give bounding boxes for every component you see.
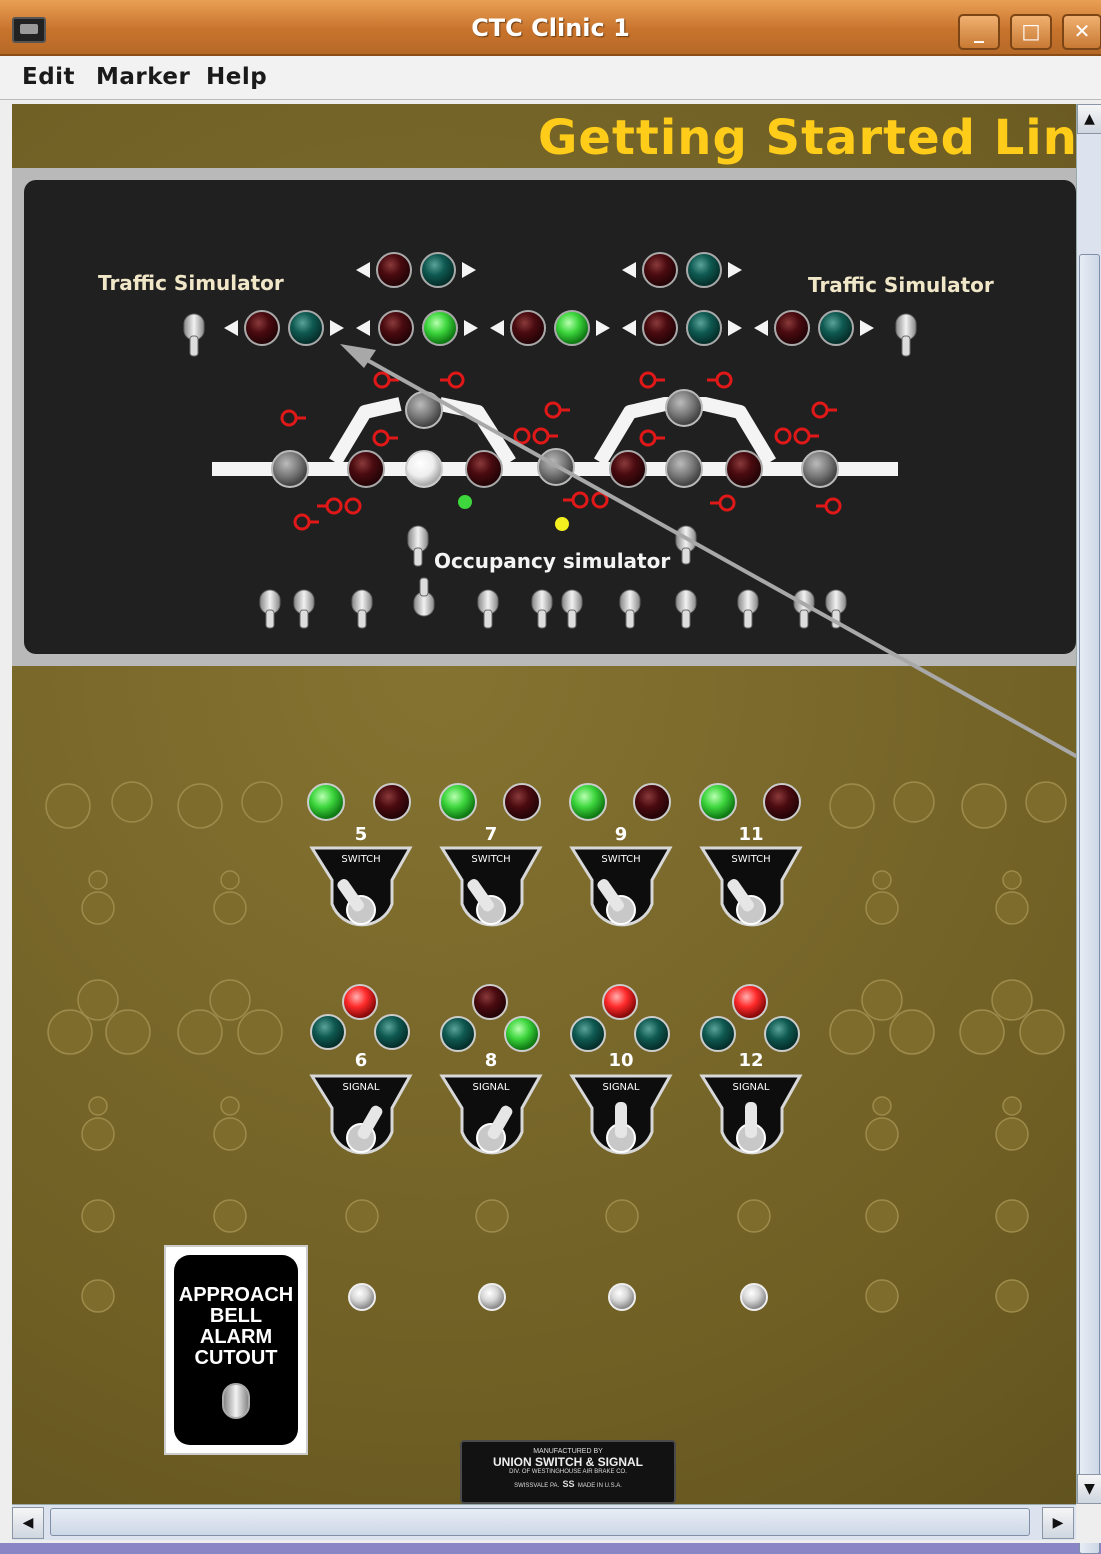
minimize-button[interactable]: _	[958, 14, 1000, 50]
maker-line: UNION SWITCH & SIGNAL	[493, 1455, 643, 1469]
maximize-button[interactable]: □	[1010, 14, 1052, 50]
title-bar[interactable]: CTC Clinic 1 _ □ ✕	[0, 0, 1101, 56]
app-window: CTC Clinic 1 _ □ ✕ Edit Marker Help Gett…	[0, 0, 1101, 1554]
scroll-down-button[interactable]: ▼	[1077, 1474, 1101, 1504]
menu-bar: Edit Marker Help	[0, 56, 1101, 100]
maker-line: DIV. OF WESTINGHOUSE AIR BRAKE CO.	[509, 1469, 627, 1475]
menu-edit[interactable]: Edit	[22, 64, 75, 90]
bell-plate-line: BELL	[209, 1305, 263, 1327]
approach-bell-cutout-plate: APPROACH BELL ALARM CUTOUT	[164, 1245, 308, 1455]
scroll-left-button[interactable]: ◀	[12, 1507, 44, 1539]
manufacturer-plate: MANUFACTURED BY UNION SWITCH & SIGNAL DI…	[460, 1440, 676, 1504]
bell-cutout-toggle[interactable]	[222, 1383, 250, 1419]
bell-plate-face: APPROACH BELL ALARM CUTOUT	[174, 1255, 298, 1445]
horizontal-scroll-thumb[interactable]	[50, 1508, 1030, 1536]
maker-logo: SS	[562, 1479, 575, 1489]
menu-help[interactable]: Help	[206, 64, 267, 90]
maker-footer: SWISSVALE PA. SS MADE IN U.S.A.	[462, 1479, 674, 1489]
scroll-up-button[interactable]: ▲	[1077, 104, 1101, 134]
scrollbar-corner	[1076, 1504, 1101, 1543]
bell-plate-line: ALARM	[199, 1326, 273, 1348]
close-button[interactable]: ✕	[1062, 14, 1101, 50]
bell-plate-line: CUTOUT	[194, 1347, 278, 1369]
diagram-frame	[12, 168, 1076, 666]
maker-line: MANUFACTURED BY	[533, 1448, 603, 1455]
track-diagram	[24, 180, 1076, 654]
vertical-scrollbar[interactable]: ▲ ▼	[1076, 104, 1101, 1554]
vertical-scroll-thumb[interactable]	[1079, 254, 1100, 1554]
panel-heading: Getting Started Lines	[538, 110, 1076, 166]
horizontal-scrollbar[interactable]: ◀ ▶	[12, 1504, 1076, 1540]
scroll-right-button[interactable]: ▶	[1042, 1507, 1074, 1539]
bell-plate-line: APPROACH	[178, 1284, 294, 1306]
window-title: CTC Clinic 1	[471, 14, 630, 42]
maker-origin: MADE IN U.S.A.	[577, 1483, 622, 1489]
menu-marker[interactable]: Marker	[96, 64, 190, 90]
maker-location: SWISSVALE PA.	[514, 1483, 560, 1489]
